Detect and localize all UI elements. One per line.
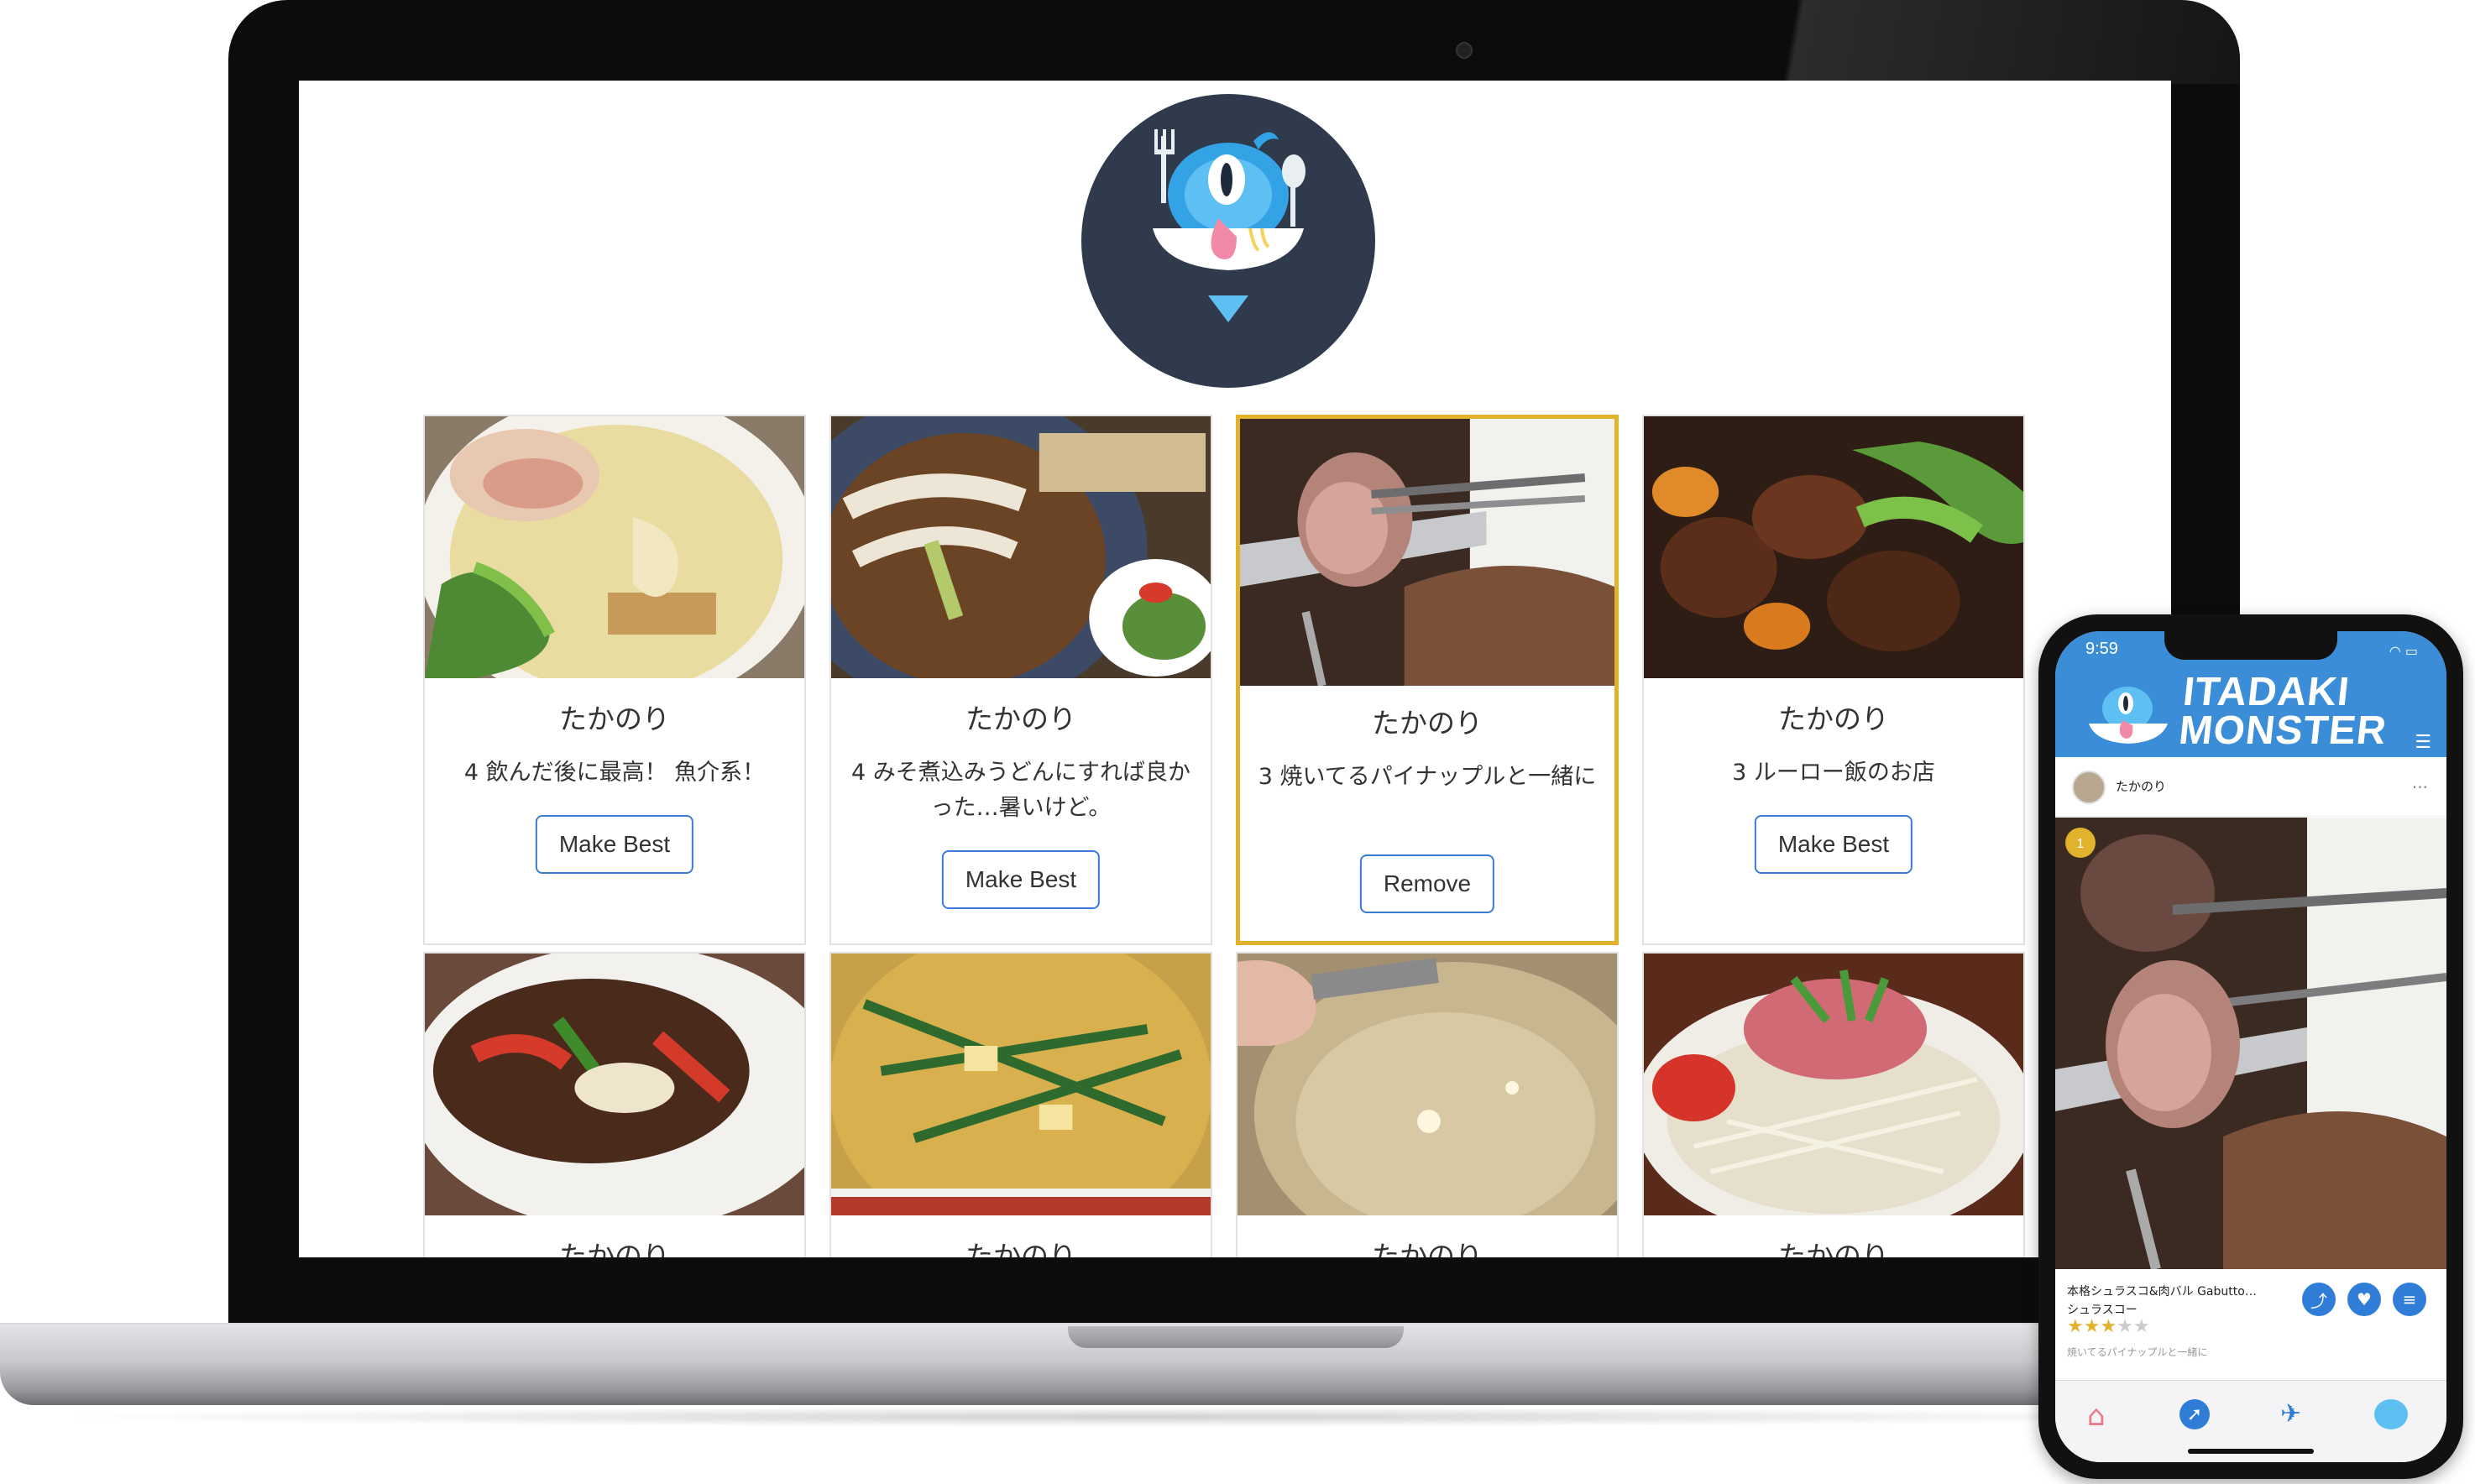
remove-button[interactable]: Remove: [1359, 854, 1495, 913]
food-photo[interactable]: [425, 954, 804, 1215]
more-icon[interactable]: ...: [2412, 772, 2428, 792]
card-author: たかのり: [559, 1240, 670, 1257]
webcam: [1456, 42, 1473, 59]
card-comment: 4 みそ煮込みうどんにすれば良かった…暑いけど。: [850, 760, 1191, 821]
card-author: たかのり: [1372, 1240, 1483, 1257]
post-comment: 焼いてるパイナップルと一緒に: [2067, 1346, 2208, 1358]
svg-text:1: 1: [2077, 837, 2085, 851]
star-empty-icon: ★: [2132, 1316, 2150, 1337]
food-photo[interactable]: [1240, 419, 1614, 686]
card-author: たかのり: [1778, 703, 1889, 735]
home-icon[interactable]: ⌂: [2087, 1399, 2106, 1433]
card-author: たかのり: [965, 703, 1076, 735]
star-icon: ★: [2100, 1316, 2117, 1337]
card-comment: 4 飲んだ後に最高！ 魚介系！: [463, 760, 766, 786]
photo-card: たかのり: [1642, 952, 2025, 1257]
brand-line-2: MONSTER: [2176, 708, 2389, 753]
card-author: たかのり: [559, 703, 670, 735]
comment-icon[interactable]: ≡: [2393, 1283, 2426, 1316]
laptop-screen: たかのり 4 飲んだ後に最高！ 魚介系！ Make Best たかのり 4 みそ…: [299, 81, 2171, 1257]
best-photo-card: たかのり 3 焼いてるパイナップルと一緒に Remove: [1236, 415, 1619, 945]
avatar[interactable]: [2072, 771, 2106, 804]
food-photo[interactable]: [1644, 954, 2023, 1215]
home-indicator: [2188, 1449, 2314, 1454]
status-time: 9:59: [2085, 640, 2118, 658]
food-photo[interactable]: [831, 416, 1211, 678]
star-icon: ★: [2067, 1316, 2084, 1337]
post-username[interactable]: たかのり: [2116, 777, 2166, 795]
brand-wordmark: ITADAKI MONSTER: [2176, 670, 2393, 753]
post-header: たかのり ...: [2055, 757, 2446, 817]
card-comment: 3 焼いてるパイナップルと一緒に: [1258, 764, 1597, 790]
phone-notch: [2164, 631, 2337, 660]
laptop-opening-notch: [1068, 1326, 1404, 1348]
filter-icon[interactable]: ☰: [2415, 732, 2431, 753]
photo-card: たかのり: [829, 952, 1212, 1257]
restaurant-name[interactable]: 本格シュラスコ&肉バル Gabutto…: [2067, 1283, 2327, 1299]
card-comment: 3 ルーロー飯のお店: [1732, 760, 1935, 786]
monster-icon[interactable]: [2374, 1399, 2408, 1429]
monster-logo-icon[interactable]: [2080, 680, 2173, 747]
star-empty-icon: ★: [2117, 1316, 2133, 1337]
photo-card: たかのり 4 みそ煮込みうどんにすれば良かった…暑いけど。 Make Best: [829, 415, 1212, 945]
make-best-button[interactable]: Make Best: [941, 850, 1101, 909]
card-author: たかのり: [1778, 1240, 1889, 1257]
phone-screen: 9:59 ◠ ▭ ITADAKI MONSTER ☰ たかのり ... 1 本格…: [2055, 631, 2446, 1462]
monster-logo-icon: [1153, 129, 1306, 322]
brand-line-1: ITADAKI: [2180, 670, 2352, 714]
post-photo[interactable]: 1: [2055, 818, 2446, 1269]
post-info: 本格シュラスコ&肉バル Gabutto… シュラスコー ★★★★★ 焼いてるパイ…: [2055, 1271, 2446, 1380]
card-author: たかのり: [1372, 707, 1483, 739]
star-icon: ★: [2083, 1316, 2101, 1337]
camera-icon[interactable]: ✈: [2280, 1399, 2301, 1429]
photo-card: たかのり 4 飲んだ後に最高！ 魚介系！ Make Best: [423, 415, 806, 945]
share-icon[interactable]: ⤴: [2302, 1283, 2336, 1316]
food-photo[interactable]: [1238, 954, 1617, 1215]
heart-icon[interactable]: ♥: [2347, 1283, 2381, 1316]
photo-card: たかのり 3 ルーロー飯のお店 Make Best: [1642, 415, 2025, 945]
laptop-shadow: [50, 1407, 2233, 1427]
card-author: たかのり: [965, 1240, 1076, 1257]
lid-glare: [1602, 0, 2240, 84]
food-photo[interactable]: [425, 416, 804, 678]
make-best-button[interactable]: Make Best: [1754, 815, 1913, 874]
food-photo[interactable]: [1644, 416, 2023, 678]
monster-logo[interactable]: [1081, 94, 1375, 388]
status-icons: ◠ ▭: [2389, 643, 2418, 659]
compass-icon[interactable]: ➚: [2179, 1399, 2210, 1429]
smartphone-frame: 9:59 ◠ ▭ ITADAKI MONSTER ☰ たかのり ... 1 本格…: [2038, 614, 2463, 1479]
photo-card: たかのり: [1236, 952, 1619, 1257]
photo-card: たかのり: [423, 952, 806, 1257]
food-photo[interactable]: [831, 954, 1211, 1215]
make-best-button[interactable]: Make Best: [535, 815, 694, 874]
dish-name: シュラスコー: [2067, 1304, 2138, 1317]
star-rating: ★★★★★: [2067, 1316, 2150, 1337]
